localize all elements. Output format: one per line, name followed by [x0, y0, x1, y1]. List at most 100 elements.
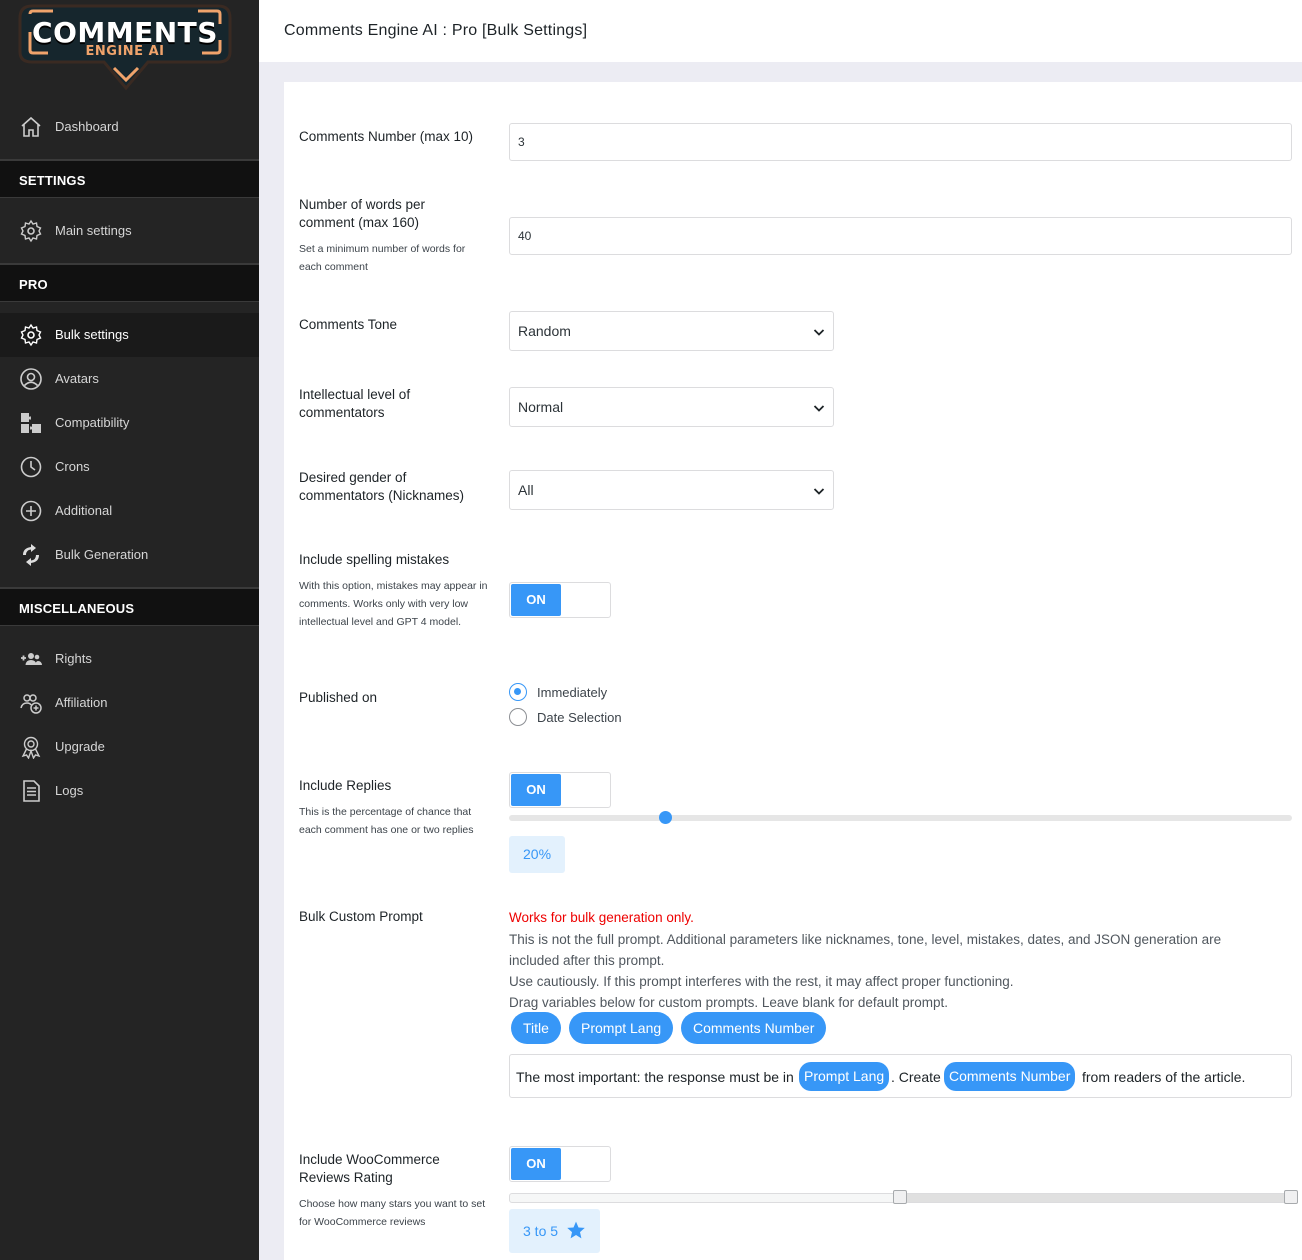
toggle-on-label: ON: [511, 774, 561, 806]
sidebar-item-additional[interactable]: Additional: [0, 489, 259, 533]
sidebar-item-label: Affiliation: [55, 695, 108, 710]
page-title: Comments Engine AI : Pro [Bulk Settings]: [284, 22, 588, 39]
prompt-variable-prompt-lang[interactable]: Prompt Lang: [799, 1062, 890, 1091]
woo-rating-range-text: 3 to 5: [523, 1223, 559, 1239]
sidebar-item-label: Dashboard: [55, 119, 119, 134]
sidebar-item-crons[interactable]: Crons: [0, 445, 259, 489]
header-divider: [259, 62, 1302, 82]
refresh-arrows-icon: [23, 544, 39, 566]
replies-slider-track[interactable]: [509, 815, 1292, 821]
section-heading-settings: SETTINGS: [0, 160, 259, 198]
bulk-custom-prompt-label: Bulk Custom Prompt: [299, 909, 423, 924]
prompt-warning: Works for bulk generation only.: [509, 910, 694, 925]
logo-text-sub: ENGINE AI: [85, 44, 165, 59]
variable-chip-prompt-lang[interactable]: Prompt Lang: [569, 1012, 674, 1044]
sidebar-item-logs[interactable]: Logs: [0, 769, 259, 813]
clock-icon: [20, 456, 42, 478]
sidebar-item-upgrade[interactable]: Upgrade: [0, 725, 259, 769]
content-gutter: [259, 82, 284, 1260]
page-header: Comments Engine AI : Pro [Bulk Settings]: [259, 0, 1302, 62]
comments-tone-value: Random: [518, 323, 571, 339]
gear-icon: [20, 219, 42, 243]
include-replies-help: This is the percentage of chance that ea…: [299, 806, 474, 836]
chevron-down-icon: [813, 329, 825, 336]
toggle-on-label: ON: [511, 584, 561, 616]
sidebar-item-compatibility[interactable]: Compatibility: [0, 401, 259, 445]
comments-number-input[interactable]: [509, 123, 1292, 161]
woo-rating-range-value: 3 to 5: [509, 1209, 600, 1253]
sidebar-item-main-settings[interactable]: Main settings: [0, 209, 259, 253]
variable-chip-comments-number[interactable]: Comments Number: [681, 1012, 827, 1044]
sidebar-item-label: Upgrade: [55, 739, 105, 754]
sidebar-item-label: Crons: [55, 459, 90, 474]
radio-date-selection-label: Date Selection: [537, 709, 622, 725]
published-on-label: Published on: [299, 690, 378, 705]
replies-percentage-value: 20%: [509, 836, 566, 873]
gear-icon: [20, 323, 42, 347]
words-per-comment-input[interactable]: [509, 217, 1292, 255]
intellectual-level-label: Intellectual level of commentators: [299, 387, 411, 420]
chevron-down-icon: [813, 488, 825, 495]
puzzle-icon: [21, 413, 41, 433]
prompt-text-segment: . Create: [891, 1069, 941, 1085]
prompt-text-segment: from readers of the article.: [1082, 1069, 1246, 1085]
home-icon: [21, 116, 41, 137]
woocommerce-rating-toggle[interactable]: ON: [509, 1146, 611, 1182]
comments-tone-select[interactable]: Random: [509, 311, 834, 351]
prompt-note-2: Use cautiously. If this prompt interfere…: [509, 974, 1014, 989]
award-badge-icon: [21, 736, 41, 759]
include-replies-toggle[interactable]: ON: [509, 772, 611, 808]
spelling-mistakes-toggle[interactable]: ON: [509, 582, 611, 618]
spelling-mistakes-help: With this option, mistakes may appear in…: [299, 580, 488, 628]
comments-tone-label: Comments Tone: [299, 317, 398, 332]
prompt-note-3: Drag variables below for custom prompts.…: [509, 995, 948, 1010]
sidebar-item-label: Rights: [55, 651, 92, 666]
prompt-text-segment: The most important: the response must be…: [516, 1069, 794, 1085]
section-heading-miscellaneous: MISCELLANEOUS: [0, 588, 259, 626]
gender-value: All: [518, 482, 534, 498]
sidebar-item-label: Logs: [55, 783, 84, 798]
sidebar-item-avatars[interactable]: Avatars: [0, 357, 259, 401]
sidebar-item-rights[interactable]: Rights: [0, 637, 259, 681]
intellectual-level-select[interactable]: Normal: [509, 387, 834, 427]
chevron-down-icon: [813, 405, 825, 412]
radio-dot: [509, 683, 527, 701]
user-circle-icon: [20, 368, 42, 390]
sidebar-item-label: Additional: [55, 503, 113, 518]
intellectual-level-value: Normal: [518, 399, 564, 415]
section-heading-pro: PRO: [0, 264, 259, 302]
affiliate-users-icon: [20, 694, 42, 714]
woo-range-handle-max[interactable]: [1284, 1190, 1298, 1204]
sidebar-item-bulk-settings[interactable]: Bulk settings: [0, 313, 259, 357]
sidebar-item-label: Bulk Generation: [55, 547, 149, 562]
sidebar-item-label: Avatars: [55, 371, 99, 386]
radio-dot: [509, 708, 527, 726]
users-icon: [21, 653, 42, 665]
sidebar-item-dashboard[interactable]: Dashboard: [0, 105, 259, 149]
toggle-on-label: ON: [511, 1148, 561, 1180]
sidebar-item-label: Bulk settings: [55, 327, 129, 342]
gender-label: Desired gender of commentators (Nickname…: [299, 470, 465, 503]
woo-range-handle-min[interactable]: [893, 1190, 907, 1204]
custom-prompt-editor[interactable]: The most important: the response must be…: [509, 1054, 1292, 1098]
words-per-comment-label: Number of words per comment (max 160): [299, 197, 426, 230]
prompt-variable-comments-number[interactable]: Comments Number: [944, 1062, 1076, 1091]
replies-slider-handle[interactable]: [659, 811, 673, 824]
woocommerce-rating-label: Include WooCommerce Reviews Rating: [299, 1152, 440, 1185]
star-icon: [567, 1221, 585, 1239]
gender-select[interactable]: All: [509, 470, 834, 510]
sidebar: COMMENTS ENGINE AI Dashboard SETTINGS Ma…: [0, 0, 259, 1260]
woocommerce-rating-help: Choose how many stars you want to set fo…: [299, 1198, 486, 1228]
sidebar-item-bulk-generation[interactable]: Bulk Generation: [0, 533, 259, 577]
plus-circle-icon: [20, 500, 42, 522]
radio-date-selection[interactable]: Date Selection: [509, 708, 622, 726]
radio-immediately[interactable]: Immediately: [509, 683, 607, 701]
sidebar-item-affiliation[interactable]: Affiliation: [0, 681, 259, 725]
sidebar-item-label: Main settings: [55, 223, 132, 238]
words-per-comment-help: Set a minimum number of words for each c…: [299, 243, 466, 273]
document-icon: [23, 780, 40, 802]
variable-chip-title[interactable]: Title: [511, 1012, 561, 1044]
app-logo: COMMENTS ENGINE AI: [18, 2, 232, 92]
radio-immediately-label: Immediately: [537, 684, 608, 700]
spelling-mistakes-label: Include spelling mistakes: [299, 552, 450, 567]
